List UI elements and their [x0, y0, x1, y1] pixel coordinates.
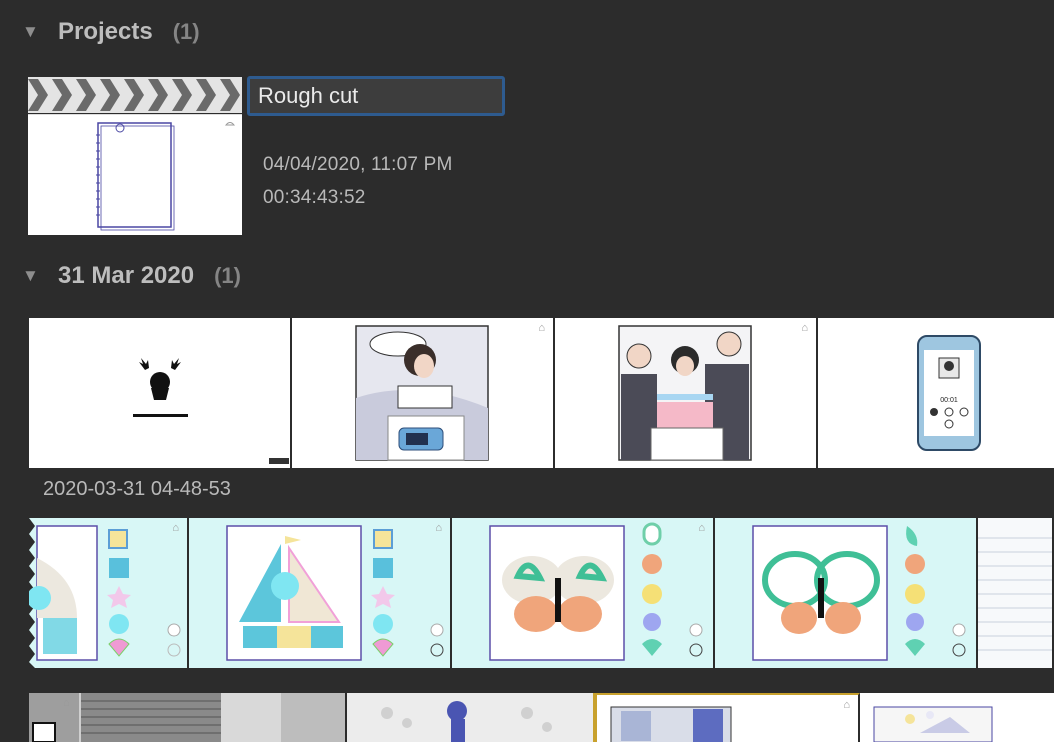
clip-frame [715, 518, 978, 668]
clip-frame: 00:01 [818, 318, 1054, 468]
clip-frame [978, 518, 1052, 668]
cloud-icon: ⌂ [698, 522, 705, 534]
projects-section-header[interactable]: ▼ Projects (1) [22, 18, 200, 46]
clip-frame [347, 693, 595, 742]
clip-frame: ⌂ [555, 318, 818, 468]
event-section-header[interactable]: ▼ 31 Mar 2020 (1) [22, 262, 241, 290]
disclosure-triangle-icon[interactable]: ▼ [22, 22, 46, 42]
clip-frame: ⌂ [29, 693, 347, 742]
clip-name: 2020-03-31 04-48-53 [43, 478, 231, 500]
clip-filmstrip[interactable]: ⌂ ⌂ [29, 693, 1054, 742]
clip-frame: ⌂ [189, 518, 452, 668]
project-name-field[interactable] [247, 76, 505, 116]
project-date: 04/04/2020, 11:07 PM [263, 154, 453, 175]
cloud-icon: ⌂ [63, 697, 70, 709]
section-count: (1) [214, 263, 241, 288]
section-title: Projects [58, 18, 153, 45]
clip-filmstrip[interactable]: ⌂ ⌂ [29, 518, 1054, 668]
cloud-icon: ⌂ [172, 522, 179, 534]
clip-frame: ⌂ [29, 518, 189, 668]
phone-timer-label: 00:01 [940, 397, 958, 404]
clip-frame [860, 693, 1054, 742]
section-count: (1) [172, 19, 200, 44]
project-duration: 00:34:43:52 [263, 187, 366, 208]
cloud-icon: ⌂ [801, 322, 808, 334]
clip-frame: ⌂ [452, 518, 715, 668]
cloud-icon: ⌂ [435, 522, 442, 534]
cloud-icon: ⌂ [843, 699, 850, 711]
clip-filmstrip[interactable]: ⌂ ⌂ [29, 318, 1054, 468]
clip-frame-selected: ⌂ [595, 693, 860, 742]
clapperboard-icon [28, 77, 242, 113]
disclosure-triangle-icon[interactable]: ▼ [22, 266, 46, 286]
clip-frame: ⌂ [292, 318, 555, 468]
section-title: 31 Mar 2020 [58, 262, 195, 289]
clip-frame [29, 318, 292, 468]
cloud-icon: ⌂ [538, 322, 545, 334]
project-thumbnail[interactable] [28, 114, 242, 235]
